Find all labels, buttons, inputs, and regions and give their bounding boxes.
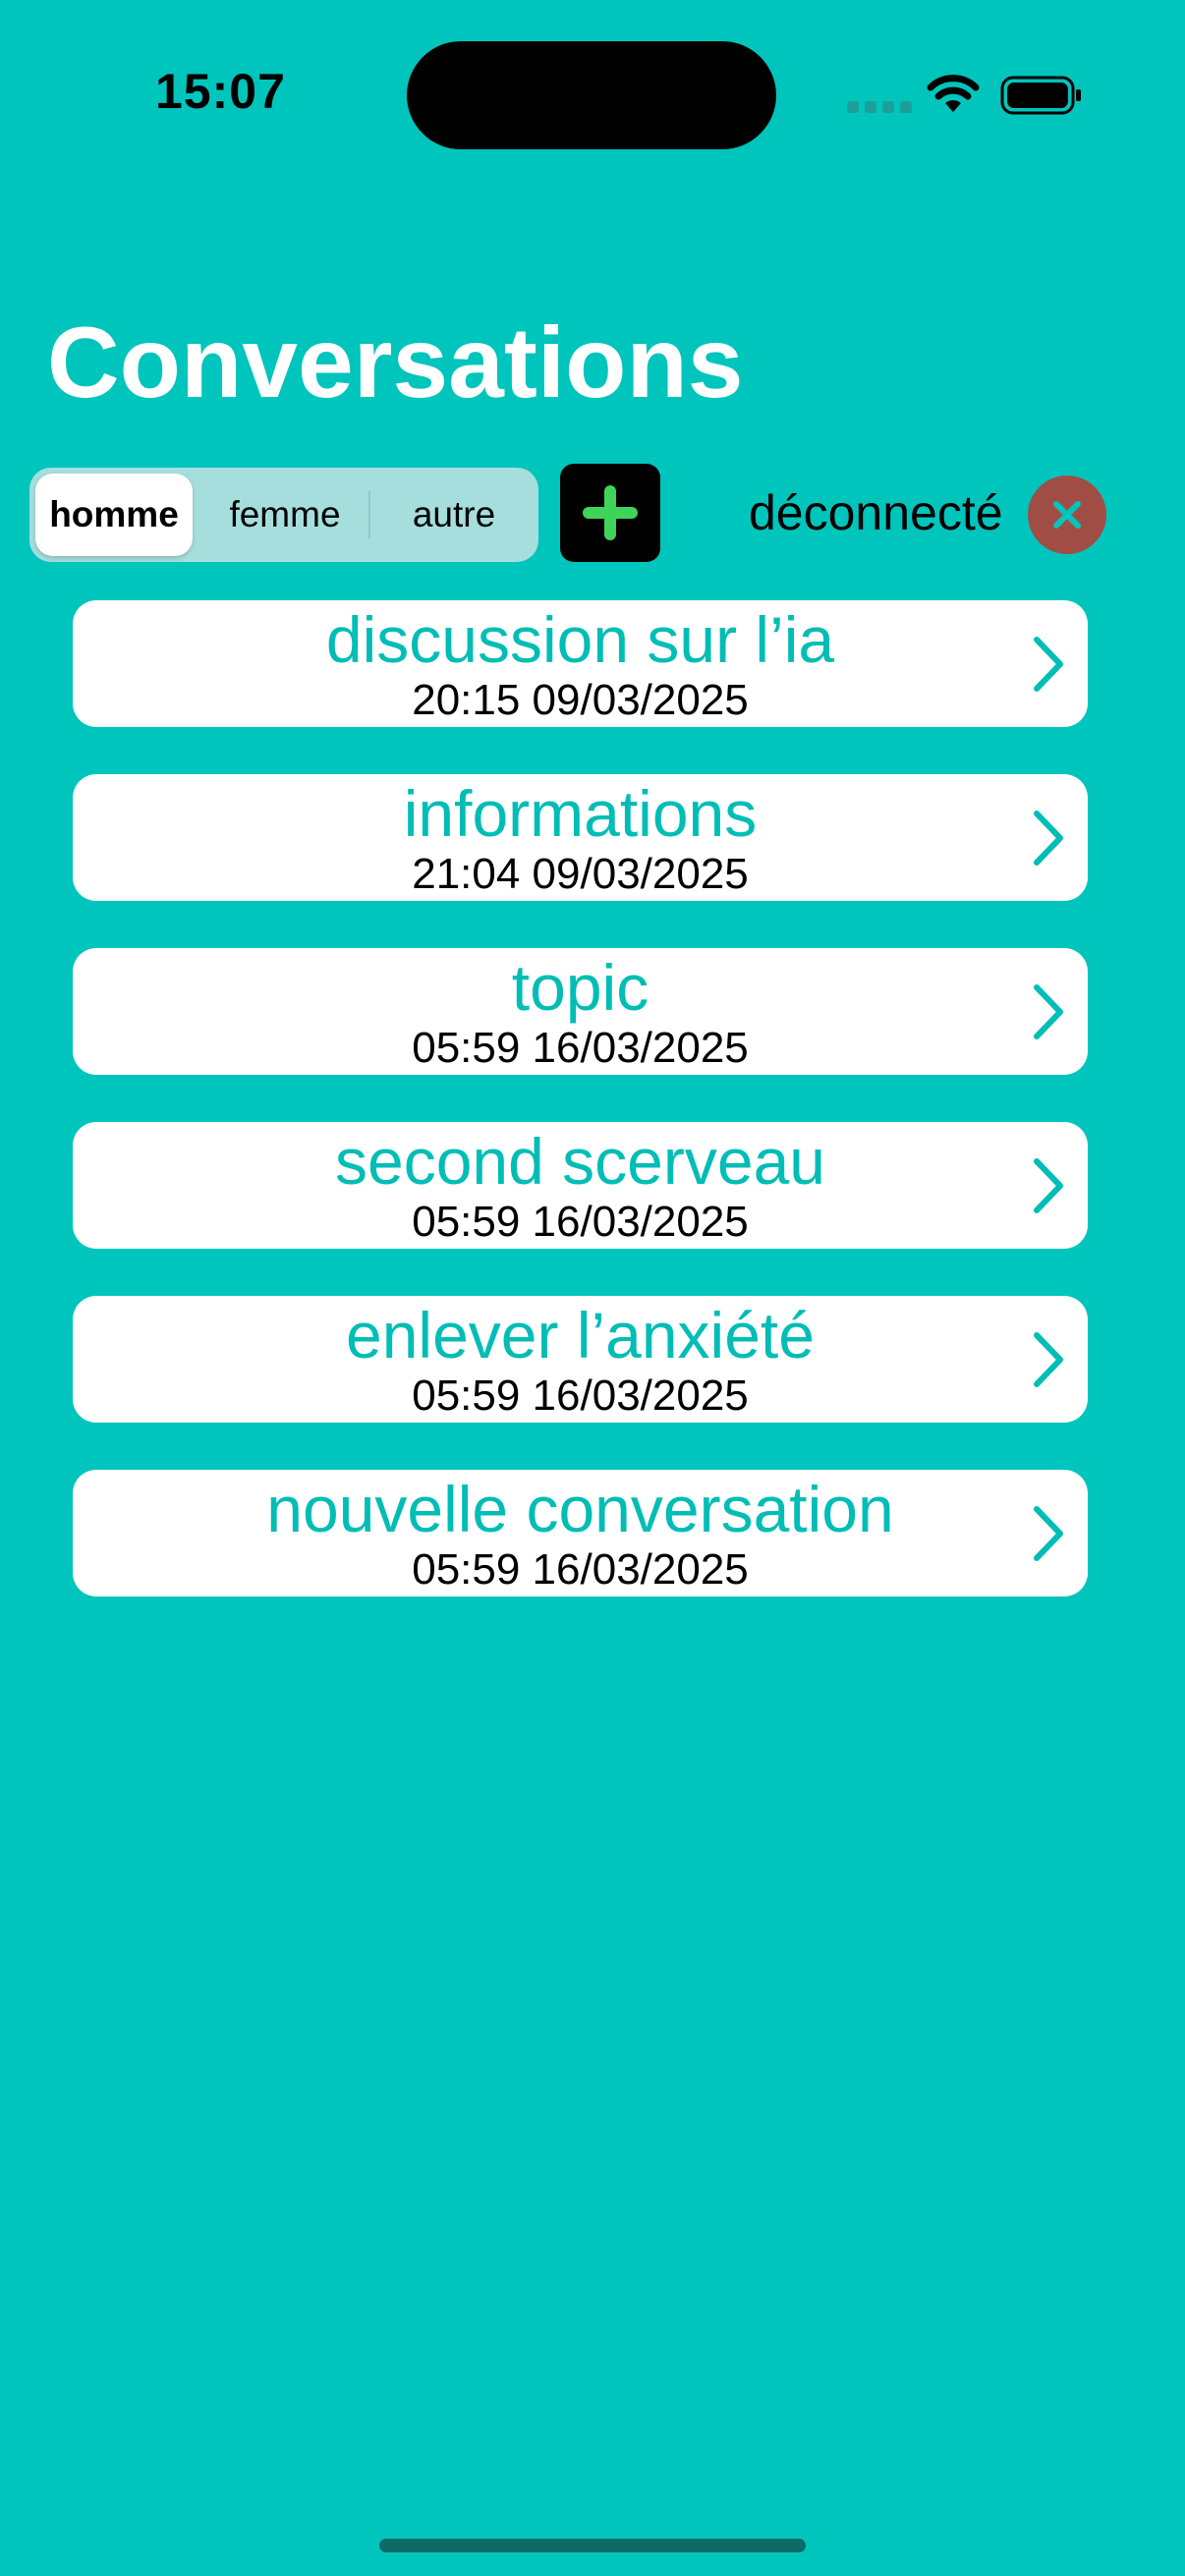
segment-autre[interactable]: autre <box>375 474 533 556</box>
add-conversation-button[interactable] <box>560 464 660 562</box>
conversation-row[interactable]: topic 05:59 16/03/2025 <box>73 948 1088 1075</box>
cellular-signal-icon <box>847 101 912 113</box>
dynamic-island <box>407 41 776 149</box>
conversation-title: topic <box>511 951 649 1024</box>
conversation-date: 05:59 16/03/2025 <box>412 1372 749 1420</box>
chevron-right-icon <box>1034 984 1063 1039</box>
chevron-right-icon <box>1034 811 1063 866</box>
conversation-date: 05:59 16/03/2025 <box>412 1545 749 1594</box>
conversation-date: 21:04 09/03/2025 <box>412 850 749 898</box>
conversation-row[interactable]: nouvelle conversation 05:59 16/03/2025 <box>73 1470 1088 1596</box>
page-title: Conversations <box>47 307 744 419</box>
conversation-title: second scerveau <box>335 1125 825 1198</box>
close-icon <box>1053 501 1081 529</box>
plus-icon <box>583 485 638 540</box>
gender-segmented-control: homme femme autre <box>29 468 538 562</box>
conversation-row[interactable]: discussion sur l’ia 20:15 09/03/2025 <box>73 600 1088 727</box>
chevron-right-icon <box>1034 1158 1063 1213</box>
home-indicator[interactable] <box>379 2539 806 2552</box>
segment-femme[interactable]: femme <box>206 474 364 556</box>
conversation-title: enlever l’anxiété <box>346 1299 815 1372</box>
conversation-title: informations <box>403 777 758 850</box>
conversation-title: nouvelle conversation <box>266 1473 894 1545</box>
conversation-date: 05:59 16/03/2025 <box>412 1198 749 1246</box>
conversation-date: 05:59 16/03/2025 <box>412 1024 749 1072</box>
conversation-title: discussion sur l’ia <box>325 603 835 676</box>
segment-divider <box>368 491 370 538</box>
status-time: 15:07 <box>155 64 286 119</box>
connection-status-label: déconnecté <box>749 485 1003 540</box>
battery-icon <box>1000 76 1081 115</box>
segment-homme[interactable]: homme <box>35 474 193 556</box>
chevron-right-icon <box>1034 1332 1063 1387</box>
conversation-row[interactable]: informations 21:04 09/03/2025 <box>73 774 1088 901</box>
conversation-row[interactable]: second scerveau 05:59 16/03/2025 <box>73 1122 1088 1249</box>
chevron-right-icon <box>1034 637 1063 692</box>
chevron-right-icon <box>1034 1506 1063 1561</box>
conversation-row[interactable]: enlever l’anxiété 05:59 16/03/2025 <box>73 1296 1088 1423</box>
conversation-list: discussion sur l’ia 20:15 09/03/2025 inf… <box>73 600 1088 1644</box>
disconnect-button[interactable] <box>1028 476 1106 554</box>
wifi-icon <box>927 75 980 112</box>
conversation-date: 20:15 09/03/2025 <box>412 676 749 724</box>
